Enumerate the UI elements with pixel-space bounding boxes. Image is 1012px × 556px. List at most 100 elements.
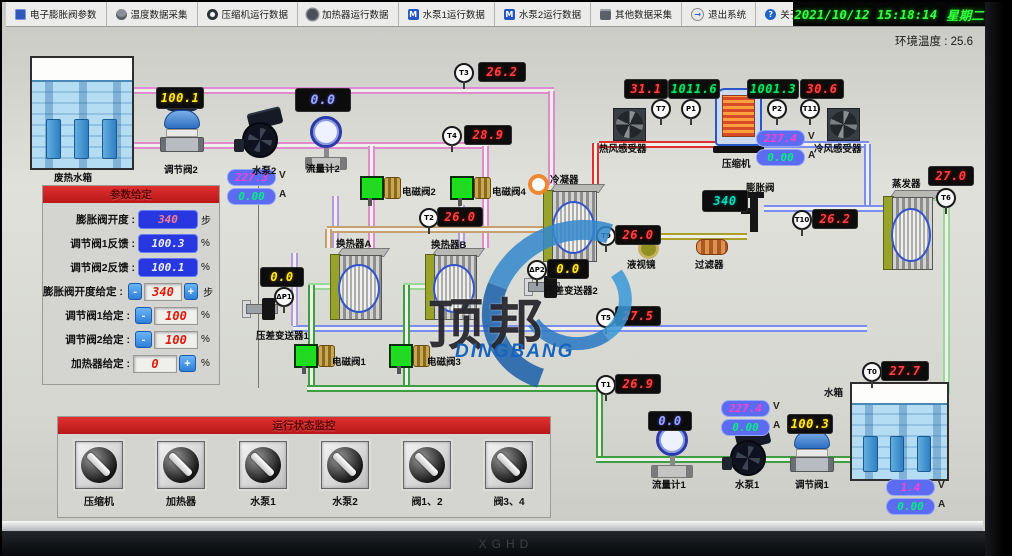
menu-item-temperature-data[interactable]: 温度数据采集 — [107, 2, 198, 26]
heater-switch[interactable] — [157, 441, 205, 489]
knob-icon — [163, 447, 199, 483]
switch-label: 水泵1 — [250, 493, 276, 508]
weekday-text: 星期二 — [946, 5, 984, 24]
heater-bar — [863, 436, 877, 471]
label-dp2: 压差变送器2 — [545, 283, 598, 297]
menu-item-label: 温度数据采集 — [131, 7, 188, 21]
display-t3: 26.2 — [478, 62, 526, 82]
param-row-heater-setpoint: 加热器给定 : 0 + % — [43, 354, 214, 373]
display-p2: 1001.3 — [747, 79, 799, 99]
amp-unit: A — [773, 420, 780, 431]
valves34-switch[interactable] — [485, 441, 533, 489]
pump1-current: 0.00 — [721, 419, 770, 436]
menu-item-compressor-data[interactable]: 压缩机运行数据 — [198, 2, 299, 26]
param-unit: % — [201, 238, 214, 249]
label-flow2: 流量计2 — [306, 161, 340, 175]
param-value-exp-setpoint[interactable]: 340 — [144, 283, 181, 301]
compressor-current: 0.00 — [756, 149, 805, 166]
label-reg-valve2: 调节阀2 — [164, 162, 198, 176]
display-dp2: 0.0 — [547, 259, 589, 279]
param-label: 调节阀1反馈 : — [70, 236, 135, 251]
param-label: 膨胀阀开度 : — [76, 212, 135, 227]
filter-graphic — [696, 239, 728, 255]
valves12-switch[interactable] — [403, 441, 451, 489]
display-p1: 1011.6 — [668, 79, 720, 99]
pump2-current: 0.00 — [227, 188, 276, 205]
param-row-valve1-setpoint: 调节阀1给定 : - 100 % — [43, 306, 214, 325]
gear-icon — [307, 9, 318, 20]
param-value-heater-setpoint[interactable]: 0 — [133, 355, 177, 373]
display-valve2-feedback: 100.1 — [156, 87, 204, 109]
compressor-switch[interactable] — [75, 441, 123, 489]
menu-item-label: 压缩机运行数据 — [222, 7, 289, 21]
display-valve1-feedback: 100.3 — [787, 414, 833, 434]
exit-icon: → — [691, 8, 704, 21]
switch-compressor: 压缩机 — [75, 441, 123, 508]
menu-item-exit[interactable]: →退出系统 — [682, 2, 756, 26]
param-row-exp-opening: 膨胀阀开度 : 340 步 — [43, 210, 214, 229]
sensor-t4: T4 — [442, 126, 462, 146]
label-sight-glass: 液视镜 — [627, 257, 656, 271]
pipe — [291, 253, 298, 326]
heater-bar — [74, 119, 89, 160]
param-value-valve1-setpoint[interactable]: 100 — [154, 307, 198, 325]
sensor-t7: T7 — [651, 99, 671, 119]
monitor-bezel-right — [985, 0, 1012, 556]
display-t11: 30.6 — [800, 79, 844, 99]
pipe — [864, 144, 871, 206]
valve1-setpoint-minus-button[interactable]: - — [135, 307, 152, 324]
pump2-switch[interactable] — [321, 441, 369, 489]
label-dp1: 压差变送器1 — [256, 328, 309, 342]
pump1-voltage: 227.4 — [721, 400, 770, 417]
sensor-p1: P1 — [681, 99, 701, 119]
solenoid-valve4-graphic — [450, 174, 490, 206]
switch-label: 压缩机 — [84, 493, 114, 508]
switch-label: 阀1、2 — [411, 493, 442, 508]
menu-item-pump2-data[interactable]: M水泵2运行数据 — [495, 2, 591, 26]
label-hx-b: 换热器B — [431, 237, 466, 251]
switch-valves34: 阀3、4 — [485, 441, 533, 508]
condenser-graphic — [543, 184, 597, 262]
parameter-panel: 参数给定 膨胀阀开度 : 340 步 调节阀1反馈 : 100.3 % 调节阀2… — [42, 185, 220, 385]
switch-label: 阀3、4 — [493, 493, 524, 508]
param-label: 膨胀阀开度给定 : — [43, 284, 123, 299]
param-label: 调节阀1给定 : — [65, 308, 130, 323]
display-flow2: 0.0 — [295, 88, 351, 112]
param-label: 加热器给定 : — [71, 356, 130, 371]
exp-setpoint-minus-button[interactable]: - — [128, 283, 143, 300]
pipe — [293, 325, 867, 332]
param-value-valve2-setpoint[interactable]: 100 — [154, 331, 198, 349]
menu-item-heater-data[interactable]: 加热器运行数据 — [298, 2, 399, 26]
knob-icon — [81, 447, 117, 483]
pipe — [327, 226, 545, 233]
sensor-p2: P2 — [767, 99, 787, 119]
watermark-en-text: DINGBANG — [455, 341, 574, 363]
solenoid-valve2-graphic — [360, 174, 400, 206]
pipe — [592, 143, 599, 185]
exp-setpoint-plus-button[interactable]: + — [184, 283, 199, 300]
menu-item-expansion-valve-params[interactable]: 电子膨胀阀参数 — [6, 2, 107, 26]
label-waste-tank: 废热水箱 — [54, 170, 92, 184]
valve2-setpoint-minus-button[interactable]: - — [135, 331, 152, 348]
pump1-switch[interactable] — [239, 441, 287, 489]
label-sol4: 电磁阀4 — [492, 184, 526, 198]
menu-item-pump1-data[interactable]: M水泵1运行数据 — [399, 2, 495, 26]
switch-heater: 加热器 — [157, 441, 205, 508]
monitor-bezel-bottom: XGHD — [0, 531, 1012, 556]
display-t5: 27.5 — [615, 306, 661, 326]
sensor-t2: T2 — [419, 208, 439, 228]
sensor-t5: T5 — [596, 308, 616, 328]
label-hx-a: 换热器A — [336, 236, 371, 250]
status-panel: 运行状态监控 压缩机 加热器 水泵1 水泵2 阀1、2 — [57, 416, 551, 518]
menu-item-other-data[interactable]: 其他数据采集 — [591, 2, 682, 26]
label-sol1: 电磁阀1 — [332, 354, 366, 368]
solenoid-valve1-graphic — [294, 342, 334, 374]
menu-item-label: 水泵2运行数据 — [519, 7, 581, 21]
display-t2: 26.0 — [437, 207, 483, 227]
sensor-dp2: ΔP2 — [527, 260, 547, 280]
amp-unit: A — [279, 189, 286, 200]
heater-setpoint-plus-button[interactable]: + — [179, 355, 196, 372]
hmi-screen: 电子膨胀阀参数 温度数据采集 压缩机运行数据 加热器运行数据 M水泵1运行数据 … — [2, 0, 985, 531]
about-icon: ? — [765, 9, 776, 20]
label-sol3: 电磁阀3 — [427, 354, 461, 368]
